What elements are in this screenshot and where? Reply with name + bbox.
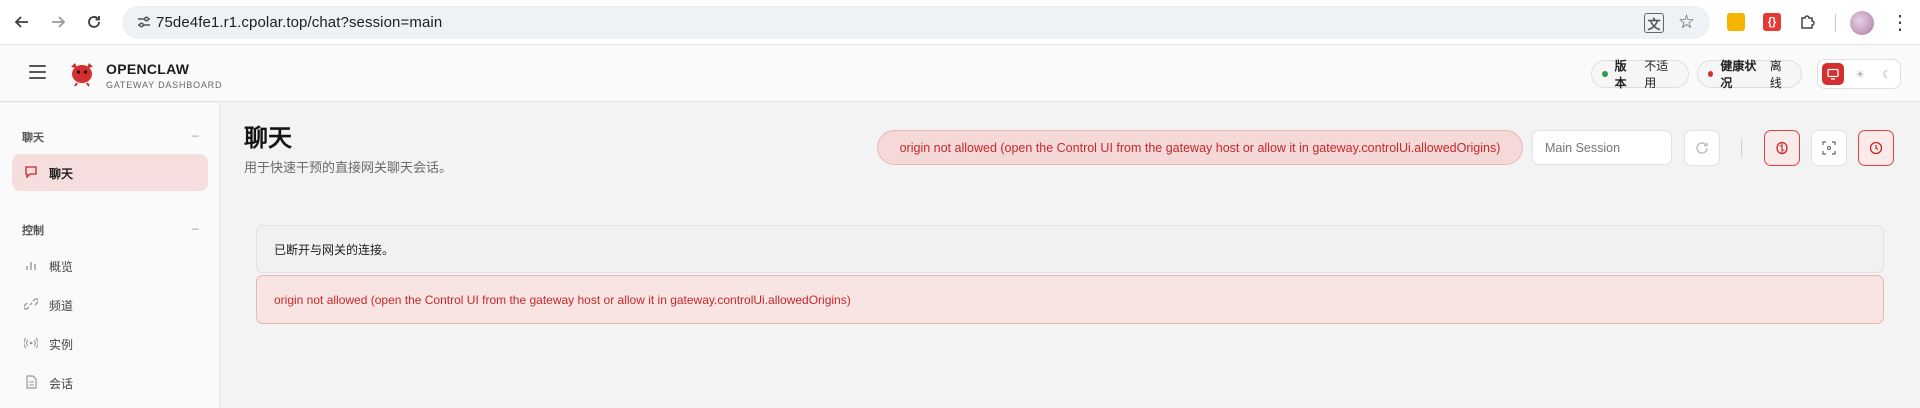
session-select[interactable] — [1532, 130, 1672, 165]
puzzle-icon[interactable] — [1799, 12, 1817, 30]
sidebar-section-title: 控制 — [22, 225, 44, 237]
extension-icon[interactable]: {} — [1763, 13, 1781, 31]
sidebar-item-chat[interactable]: 聊天 — [12, 154, 208, 191]
status-dot-icon — [1708, 71, 1714, 77]
clock-icon[interactable] — [1858, 130, 1894, 166]
site-settings-icon[interactable] — [136, 14, 152, 30]
version-value: 不适用 — [1644, 59, 1669, 90]
error-callout: origin not allowed (open the Control UI … — [256, 275, 1884, 324]
moon-icon[interactable]: ☾ — [1876, 63, 1898, 85]
toolbar-divider — [1741, 139, 1742, 157]
health-value: 离线 — [1769, 59, 1782, 90]
sidebar-item-sessions[interactable]: 会话 — [12, 364, 208, 401]
collapse-section-icon[interactable]: – — [192, 221, 199, 235]
sidebar-item-label: 实例 — [49, 338, 74, 352]
brand-subtitle: GATEWAY DASHBOARD — [106, 80, 223, 90]
translate-icon[interactable]: 文 — [1644, 13, 1664, 33]
bar-chart-icon — [24, 258, 38, 272]
brain-icon[interactable] — [1764, 130, 1800, 166]
extension-icon[interactable] — [1727, 13, 1745, 31]
brand-title: OPENCLAW — [106, 61, 190, 77]
sidebar: 聊天 – 聊天 控制 – 概览 频道 实例 会话 — [0, 103, 220, 408]
forward-arrow-icon[interactable] — [47, 11, 69, 33]
sidebar-item-label: 频道 — [49, 299, 74, 313]
sidebar-item-channels[interactable]: 频道 — [12, 286, 208, 323]
sidebar-item-label: 会话 — [49, 377, 74, 391]
status-dot-icon — [1602, 71, 1608, 77]
broadcast-icon — [24, 336, 38, 350]
bookmark-star-icon[interactable]: ☆ — [1678, 11, 1695, 34]
openclaw-logo — [68, 59, 96, 87]
health-badge: 健康状况 离线 — [1697, 59, 1802, 90]
profile-avatar[interactable] — [1850, 11, 1874, 35]
sidebar-item-overview[interactable]: 概览 — [12, 247, 208, 284]
theme-switcher: ☀ ☾ — [1817, 59, 1901, 89]
document-icon — [24, 375, 38, 389]
toolbar-divider — [1835, 14, 1836, 32]
link-icon — [24, 297, 38, 311]
browser-toolbar: 75de4fe1.r1.cpolar.top/chat?session=main… — [0, 0, 1920, 45]
page-title: 聊天 — [244, 125, 292, 152]
focus-mode-icon[interactable] — [1811, 130, 1847, 166]
sidebar-section-title: 聊天 — [22, 132, 44, 144]
page-subtitle: 用于快速干预的直接网关聊天会话。 — [244, 160, 453, 175]
sun-icon[interactable]: ☀ — [1849, 63, 1871, 85]
sidebar-item-instances[interactable]: 实例 — [12, 325, 208, 362]
refresh-icon[interactable] — [1684, 130, 1720, 166]
address-bar[interactable]: 75de4fe1.r1.cpolar.top/chat?session=main… — [122, 6, 1710, 39]
health-label: 健康状况 — [1720, 59, 1757, 90]
chat-bubble-icon — [24, 165, 38, 179]
sidebar-item-label: 概览 — [49, 260, 74, 274]
url-text[interactable]: 75de4fe1.r1.cpolar.top/chat?session=main — [156, 14, 442, 31]
collapse-section-icon[interactable]: – — [192, 128, 199, 142]
app-header: OPENCLAW GATEWAY DASHBOARD 版本 不适用 健康状况 离… — [0, 45, 1920, 102]
more-menu-icon[interactable]: ⋮ — [1890, 10, 1910, 35]
disconnected-notice: 已断开与网关的连接。 — [256, 225, 1884, 273]
version-label: 版本 — [1614, 59, 1627, 90]
reload-icon[interactable] — [83, 11, 105, 33]
back-arrow-icon[interactable] — [11, 11, 33, 33]
menu-toggle-icon[interactable] — [29, 65, 46, 79]
monitor-icon[interactable] — [1822, 63, 1844, 85]
connection-error-pill: origin not allowed (open the Control UI … — [877, 130, 1523, 165]
sidebar-item-label: 聊天 — [49, 167, 74, 181]
version-badge: 版本 不适用 — [1591, 59, 1689, 90]
